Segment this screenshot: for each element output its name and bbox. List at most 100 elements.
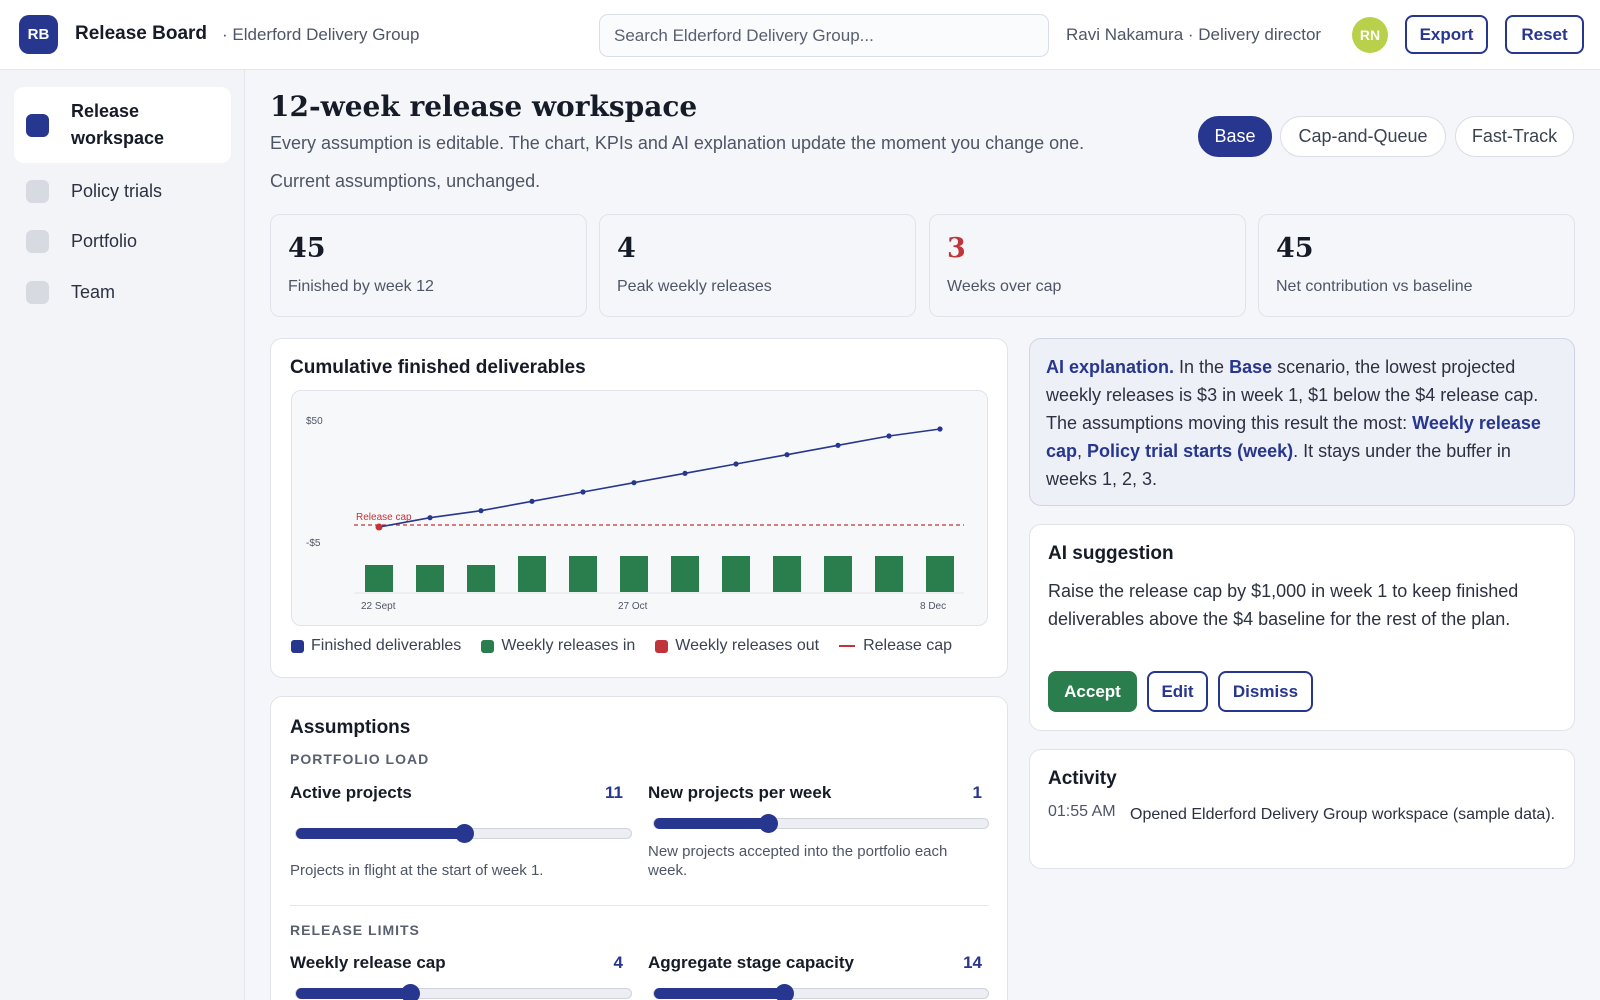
bar-releases-in [569,556,597,592]
app-logo: RB [19,15,58,54]
slider-help: Projects in flight at the start of week … [290,862,544,879]
line-point[interactable] [478,508,484,514]
kpi-value: 45 [1276,233,1314,264]
slider-handle[interactable] [775,984,795,1000]
stage-capacity-slider[interactable] [653,984,989,1000]
sidebar-item-label: Policy trials [71,180,163,201]
slider-value: 4 [613,953,623,972]
bar-releases-in [416,565,444,592]
kpi-value: 45 [288,233,326,264]
line-point[interactable] [733,461,739,467]
ai-explanation-panel: AI explanation. In the Base scenario, th… [1029,338,1575,506]
slider-help: New projects accepted into the portfolio… [648,843,948,879]
search-input[interactable] [599,14,1049,57]
page-subtitle: Every assumption is editable. The chart,… [270,133,1085,153]
slider-label: Weekly release cap [290,953,446,972]
new-projects-slider[interactable] [653,814,989,833]
ai-explanation-lead: AI explanation. [1046,357,1175,377]
bar-releases-in [773,556,801,592]
legend-label: Release cap [863,637,953,654]
line-point[interactable] [682,470,688,476]
scenario-tab-base[interactable]: Base [1198,116,1272,157]
chart-legend: Finished deliverables Weekly releases in… [291,637,972,655]
legend-item: Weekly releases in [481,637,635,655]
line-point[interactable] [835,442,841,448]
bar-releases-in [365,565,393,592]
legend-label: Finished deliverables [311,637,462,654]
top-bar: RB Release Board · Elderford Delivery Gr… [0,0,1600,70]
slider-fill [296,988,410,999]
assumption-status: Current assumptions, unchanged. [270,171,541,191]
avatar[interactable]: RN [1352,17,1388,53]
slider-handle[interactable] [400,984,420,1000]
dismiss-button[interactable]: Dismiss [1218,671,1313,712]
sidebar-item-label: Portfolio [71,230,138,251]
export-button[interactable]: Export [1405,15,1488,54]
bar-releases-in [671,556,699,592]
slider-label: Active projects [290,783,412,802]
sidebar-item-policy-trials[interactable]: Policy trials [14,173,231,209]
line-point[interactable] [427,515,433,521]
x-tick-label: 8 Dec [920,601,946,612]
kpi-card-net-contribution: 45 Net contribution vs baseline [1258,214,1575,317]
slider-handle[interactable] [758,814,778,833]
legend-item: Finished deliverables [291,637,461,655]
portfolio-icon [26,229,49,253]
policy-trials-icon [26,179,49,203]
line-point[interactable] [886,433,892,439]
slider-value: 14 [963,953,982,972]
activity-panel: Activity 01:55 AM Opened Elderford Deliv… [1029,749,1575,869]
sidebar-item-portfolio[interactable]: Portfolio [14,223,231,259]
weekly-release-cap-slider[interactable] [295,984,632,1000]
slider-value: 11 [605,783,623,802]
cumulative-chart: $50 -$5 Release cap 22 Sept 27 Oct 8 Dec [306,416,964,612]
slider-label: Aggregate stage capacity [648,953,854,972]
kpi-card-weeks-over-cap: 3 Weeks over cap [929,214,1246,317]
ai-explanation-key-assumption[interactable]: Policy trial starts (week) [1087,441,1293,461]
sidebar-item-label: Release workspace [71,101,165,148]
slider-fill [654,988,785,999]
line-point[interactable] [784,452,790,458]
slider-handle[interactable] [454,824,474,843]
kpi-label: Net contribution vs baseline [1276,278,1473,295]
kpi-card-peak: 4 Peak weekly releases [599,214,916,317]
reset-button[interactable]: Reset [1505,15,1584,54]
activity-time: 01:55 AM [1048,803,1116,820]
line-point[interactable] [631,480,637,486]
x-tick-label: 27 Oct [618,601,648,612]
bar-releases-in [926,556,954,592]
scenario-tab-fast-track[interactable]: Fast-Track [1455,116,1574,157]
section-portfolio-load: PORTFOLIO LOAD [290,751,430,767]
line-point[interactable] [580,489,586,495]
bar-releases-in [467,565,495,592]
sidebar-item-release-workspace[interactable]: Release workspace [14,87,231,163]
release-cap-label: Release cap [356,512,412,523]
legend-swatch [655,639,669,653]
y-tick-label: $50 [306,416,323,427]
edit-button[interactable]: Edit [1147,671,1208,712]
sidebar-item-label: Team [71,281,116,302]
activity-title: Activity [1048,768,1117,789]
active-projects-slider[interactable] [295,824,632,843]
section-divider [290,905,989,906]
legend-item: Release cap [839,637,952,655]
bar-releases-in [875,556,903,592]
legend-label: Weekly releases out [675,637,820,654]
line-point[interactable] [529,498,535,504]
ai-explanation-scenario: Base [1229,357,1273,377]
line-point[interactable] [375,523,383,531]
user-name-role: Ravi Nakamura · Delivery director [1066,25,1322,44]
slider-fill [296,828,464,839]
scenario-tab-cap-and-queue[interactable]: Cap-and-Queue [1280,116,1446,157]
sidebar-item-team[interactable]: Team [14,274,231,310]
chart-panel: Cumulative finished deliverables $50 -$5… [270,338,1008,678]
team-icon [26,280,49,304]
kpi-card-finished: 45 Finished by week 12 [270,214,587,317]
ai-explanation-text: In the [1174,357,1230,377]
sidebar: Release workspace Policy trials Portfoli… [0,70,245,1000]
accept-button[interactable]: Accept [1048,671,1137,712]
line-point[interactable] [937,426,943,432]
chart-title: Cumulative finished deliverables [290,357,586,378]
legend-swatch [291,639,304,653]
legend-swatch [839,645,856,647]
